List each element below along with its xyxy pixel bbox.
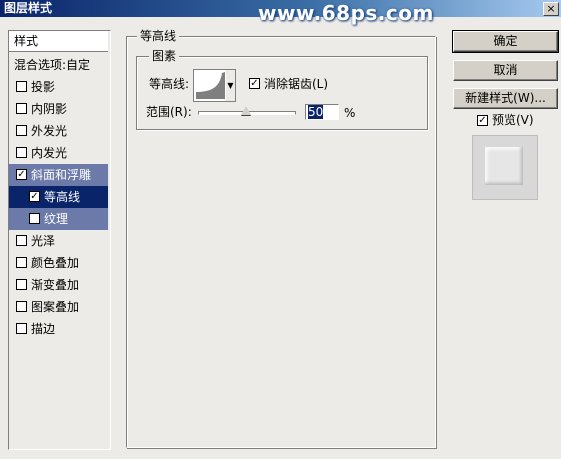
stroke-checkbox[interactable] [16,323,27,334]
style-stroke[interactable]: 描边 [9,318,108,340]
window-title: 图层样式 [4,1,53,15]
bevel-emboss-label: 斜面和浮雕 [31,168,92,182]
contour-preview[interactable] [193,69,228,102]
contour-dropdown-button[interactable]: ▼ [226,69,236,102]
bevel-emboss-checkbox[interactable] [16,169,27,180]
preview-label: 预览(V) [492,113,534,127]
style-texture[interactable]: 纹理 [9,208,108,230]
styles-list: 样式 混合选项:自定 投影 内阴影 外发光 内发光 斜面和浮雕 等高线 纹理 光… [8,30,111,450]
gradient-overlay-label: 渐变叠加 [31,278,80,292]
anti-alias-checkbox[interactable] [249,78,260,89]
inner-shadow-checkbox[interactable] [16,103,27,114]
style-inner-glow[interactable]: 内发光 [9,142,108,164]
outer-glow-checkbox[interactable] [16,125,27,136]
ok-button[interactable]: 确定 [452,30,559,53]
layer-style-dialog: 图层样式 www.68ps.com × 样式 混合选项:自定 投影 内阴影 外发… [0,0,561,459]
satin-label: 光泽 [31,234,56,248]
drop-shadow-checkbox[interactable] [16,81,27,92]
gradient-overlay-checkbox[interactable] [16,279,27,290]
range-label: 范围(R): [146,105,192,119]
style-preview-swatch [485,147,523,185]
style-contour[interactable]: 等高线 [9,186,108,208]
contour-group-title: 等高线 [137,28,180,44]
style-gradient-overlay[interactable]: 渐变叠加 [9,274,108,296]
pattern-overlay-label: 图案叠加 [31,300,80,314]
texture-checkbox[interactable] [29,213,40,224]
pattern-overlay-checkbox[interactable] [16,301,27,312]
inner-glow-label: 内发光 [31,146,68,160]
contour-picker-label: 等高线: [149,77,190,91]
preview-checkbox[interactable] [477,115,488,126]
range-unit: % [344,106,356,120]
texture-label: 纹理 [44,212,69,226]
style-bevel-emboss[interactable]: 斜面和浮雕 [9,164,108,186]
inner-glow-checkbox[interactable] [16,147,27,158]
style-satin[interactable]: 光泽 [9,230,108,252]
new-style-button[interactable]: 新建样式(W)... [453,88,558,109]
satin-checkbox[interactable] [16,235,27,246]
anti-alias-label: 消除锯齿(L) [264,77,329,91]
outer-glow-label: 外发光 [31,124,68,138]
stroke-label: 描边 [31,322,56,336]
range-slider-thumb[interactable] [241,106,251,115]
contour-item-label: 等高线 [44,190,81,204]
cancel-button[interactable]: 取消 [453,60,558,81]
watermark: www.68ps.com [258,1,434,25]
contour-checkbox[interactable] [29,191,40,202]
style-drop-shadow[interactable]: 投影 [9,76,108,98]
styles-header[interactable]: 样式 [9,31,108,52]
blending-options[interactable]: 混合选项:自定 [9,54,108,76]
color-overlay-checkbox[interactable] [16,257,27,268]
close-button[interactable]: × [543,2,559,16]
elements-group-title: 图素 [149,48,180,64]
title-bar[interactable]: 图层样式 www.68ps.com × [0,0,561,24]
inner-shadow-label: 内阴影 [31,102,68,116]
contour-curve-icon [196,72,225,99]
style-color-overlay[interactable]: 颜色叠加 [9,252,108,274]
chevron-down-icon: ▼ [227,81,234,90]
range-input[interactable]: 50 [305,104,339,120]
style-pattern-overlay[interactable]: 图案叠加 [9,296,108,318]
style-inner-shadow[interactable]: 内阴影 [9,98,108,120]
drop-shadow-label: 投影 [31,80,56,94]
range-value: 50 [308,105,324,119]
style-outer-glow[interactable]: 外发光 [9,120,108,142]
color-overlay-label: 颜色叠加 [31,256,80,270]
